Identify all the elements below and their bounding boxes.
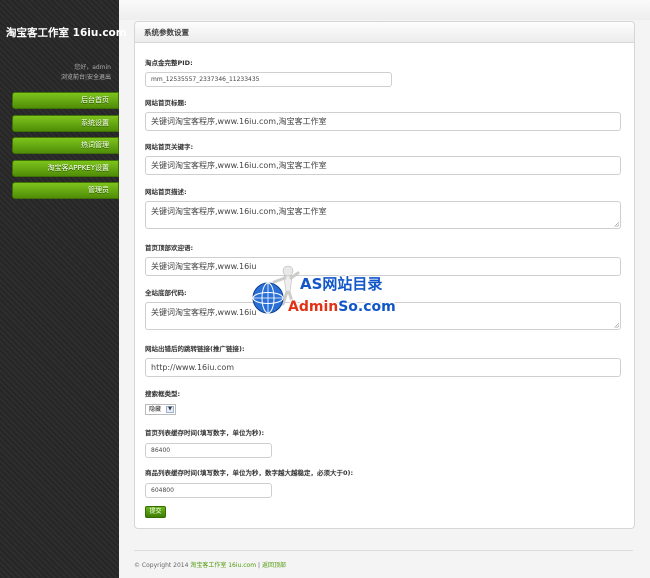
footer-code-label: 全站底部代码: bbox=[145, 289, 187, 297]
chevron-down-icon[interactable]: ▼ bbox=[166, 406, 174, 413]
search-type-label: 搜索框类型: bbox=[145, 390, 181, 398]
footer-divider bbox=[134, 550, 633, 551]
sidebar-item-home[interactable]: 后台首页 bbox=[12, 92, 119, 109]
watermark: AS网站目录 AdminSo.com bbox=[248, 262, 408, 322]
site-title-label: 网站首页标题: bbox=[145, 99, 187, 107]
view-site-link[interactable]: 浏览前台 bbox=[61, 74, 85, 81]
submit-button[interactable]: 提交 bbox=[145, 506, 166, 518]
studio-link[interactable]: 淘宝客工作室 16iu.com bbox=[190, 562, 256, 569]
user-box: 您好，admin 浏览前台|安全退出 bbox=[61, 63, 111, 83]
search-type-select[interactable]: 隐藏 ▼ bbox=[145, 404, 176, 415]
site-description-textarea[interactable]: 关键词淘宝客程序,www.16iu.com,淘宝客工作室 bbox=[145, 201, 621, 229]
exit-link-input[interactable]: http://www.16iu.com bbox=[145, 358, 621, 377]
product-cache-input[interactable]: 604800 bbox=[145, 483, 272, 498]
site-keywords-input[interactable]: 关键词淘宝客程序,www.16iu.com,淘宝客工作室 bbox=[145, 156, 621, 175]
top-strip bbox=[119, 0, 650, 20]
sidebar-item-hot-words[interactable]: 热词管理 bbox=[12, 137, 119, 155]
sidebar-item-admins[interactable]: 管理员 bbox=[12, 182, 119, 200]
watermark-domain-red: Admin bbox=[288, 299, 339, 315]
footer: © Copyright 2014 淘宝客工作室 16iu.com | 返回顶部 bbox=[134, 560, 286, 569]
site-keywords-label: 网站首页关键字: bbox=[145, 143, 194, 151]
logout-link[interactable]: 安全退出 bbox=[87, 74, 111, 81]
greeting: 您好，admin bbox=[74, 64, 111, 71]
welcome-label: 首页顶部欢迎语: bbox=[145, 244, 194, 252]
brand-logo[interactable]: 淘宝客工作室 16iu.com bbox=[6, 25, 127, 40]
sidebar-item-system-settings[interactable]: 系统设置 bbox=[12, 114, 119, 132]
back-to-top-link[interactable]: 返回顶部 bbox=[262, 562, 286, 569]
product-cache-label: 商品列表缓存时间(填写数字，单位为秒，数字越大越稳定，必须大于0): bbox=[145, 469, 354, 477]
search-type-value: 隐藏 bbox=[149, 406, 162, 413]
home-cache-label: 首页列表缓存时间(填写数字，单位为秒): bbox=[145, 429, 265, 437]
site-title-input[interactable]: 关键词淘宝客程序,www.16iu.com,淘宝客工作室 bbox=[145, 112, 621, 131]
pid-input[interactable]: mm_12535557_2337346_11233435 bbox=[145, 72, 392, 87]
pid-label: 淘点金完整PID: bbox=[145, 59, 193, 67]
footer-separator: | bbox=[257, 562, 261, 569]
exit-link-label: 网站出错后的跳转链接(推广链接): bbox=[145, 345, 245, 353]
panel-title: 系统参数设置 bbox=[135, 22, 634, 43]
home-cache-input[interactable]: 86400 bbox=[145, 443, 272, 458]
sidebar: 淘宝客工作室 16iu.com 您好，admin 浏览前台|安全退出 后台首页 … bbox=[0, 0, 127, 578]
watermark-domain: AdminSo.com bbox=[288, 299, 396, 315]
sidebar-menu: 后台首页 系统设置 热词管理 淘宝客APPKEY设置 管理员 bbox=[12, 92, 119, 205]
watermark-title: AS网站目录 bbox=[300, 275, 383, 293]
sidebar-item-appkey[interactable]: 淘宝客APPKEY设置 bbox=[12, 159, 119, 177]
watermark-domain-blue: So.com bbox=[338, 299, 396, 315]
copyright-text: © Copyright 2014 bbox=[134, 562, 189, 569]
site-description-label: 网站首页描述: bbox=[145, 188, 187, 196]
